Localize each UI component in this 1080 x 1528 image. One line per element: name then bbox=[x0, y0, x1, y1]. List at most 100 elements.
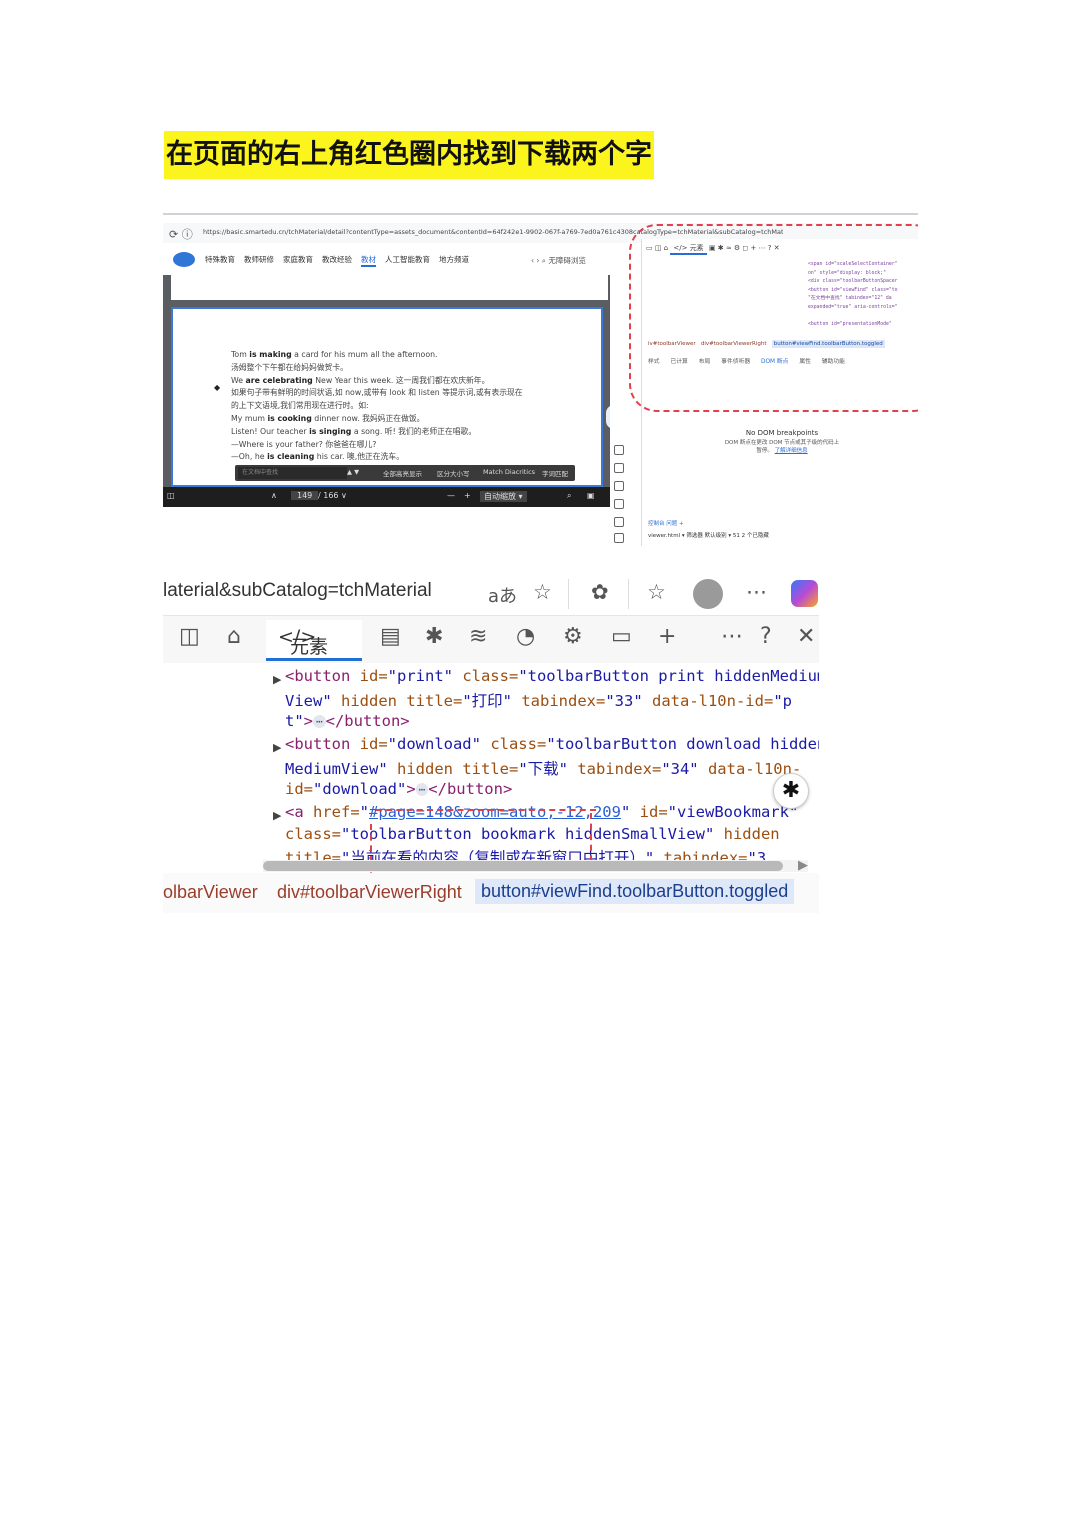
find-input[interactable]: 在文档中查找 bbox=[238, 467, 347, 479]
sources-bug-icon[interactable]: ✱ bbox=[425, 624, 443, 649]
instruction-title: 在页面的右上角红色圈内找到下载两个字 bbox=[164, 131, 654, 179]
doc-text-bold: is cleaning bbox=[267, 452, 315, 462]
crumb-item[interactable]: div#toolbarViewerRight bbox=[277, 882, 462, 903]
menu-item[interactable]: 教改经验 bbox=[322, 254, 352, 267]
dom-line: t"> ⋯ </button> bbox=[285, 712, 410, 730]
site-search[interactable]: ‹ › ⌕ 无障碍浏览 bbox=[531, 255, 586, 266]
attr: tabindex= bbox=[567, 760, 662, 778]
no-dom-breakpoints-title: No DOM breakpoints bbox=[745, 429, 819, 437]
attr: href= bbox=[313, 803, 360, 821]
expand-arrow-icon[interactable]: ▶ bbox=[273, 741, 281, 754]
performance-icon[interactable]: ◔ bbox=[516, 624, 535, 649]
zoom-value: 自动缩放 bbox=[484, 492, 516, 501]
url-fragment[interactable]: laterial&subCatalog=tchMaterial bbox=[163, 580, 432, 602]
learn-more-link[interactable]: 了解详细信息 bbox=[775, 448, 808, 454]
presentation-icon[interactable]: ▣ bbox=[587, 491, 595, 500]
desc-line: DOM 断点在更改 DOM 节点或其子级的代码上 bbox=[724, 440, 840, 446]
expand-arrow-icon[interactable]: ▶ bbox=[273, 673, 281, 686]
attr: id= bbox=[359, 735, 388, 753]
elements-label-text: 元素 bbox=[290, 636, 329, 658]
doc-text: dinner now. 我妈妈正在做饭。 bbox=[311, 413, 425, 423]
highlight-all-button[interactable]: 全部高亮显示 bbox=[383, 468, 422, 478]
value: "viewBookmark" bbox=[667, 803, 799, 821]
zoom-select[interactable]: 自动缩放 ▾ bbox=[480, 491, 527, 502]
dom-line: MediumView" hidden title="下载" tabindex="… bbox=[285, 757, 801, 779]
extensions-icon[interactable]: ✿ bbox=[591, 580, 609, 604]
favorite-star-icon[interactable]: ☆ bbox=[533, 580, 552, 604]
page-count: / 166 bbox=[318, 491, 339, 500]
collapsed-ellipsis[interactable]: ⋯ bbox=[415, 783, 429, 796]
menu-item[interactable]: 特殊教育 bbox=[205, 254, 235, 267]
menu-item[interactable]: 地方频道 bbox=[439, 254, 469, 267]
href-link[interactable]: #page=148&zoom=auto,-12,209 bbox=[369, 803, 621, 821]
accessibility-icon[interactable]: ✱ bbox=[773, 773, 809, 809]
value: " bbox=[359, 803, 370, 821]
find-icon[interactable]: ⌕ bbox=[567, 491, 571, 501]
sidebar-tool-icon[interactable] bbox=[614, 463, 624, 473]
sidebar-toggle-icon[interactable]: ◫ bbox=[167, 491, 175, 500]
sidebar-tool-icon[interactable] bbox=[614, 517, 624, 527]
page-down-icon[interactable]: ∨ bbox=[341, 491, 347, 500]
zoom-out-icon[interactable]: — bbox=[447, 491, 455, 500]
more-tools-icon[interactable]: ⋯ bbox=[721, 624, 743, 649]
crumb-item-selected[interactable]: button#viewFind.toolbarButton.toggled bbox=[475, 879, 795, 904]
attr: id= bbox=[359, 667, 388, 685]
sidebar-tool-icon[interactable] bbox=[614, 481, 624, 491]
console-toolbar[interactable]: viewer.html ▾ 筛选器 默认级别 ▾ 51 2 个已隐藏 bbox=[648, 531, 769, 539]
network-wifi-icon[interactable]: ≋ bbox=[469, 624, 487, 649]
value: "print" bbox=[387, 667, 453, 685]
dom-line-download[interactable]: <button id="download" class="toolbarButt… bbox=[285, 735, 819, 753]
application-icon[interactable]: ▭ bbox=[611, 624, 632, 649]
read-aloud-icon[interactable]: aあ bbox=[488, 582, 517, 608]
site-menu: 特殊教育 教师研修 家庭教育 教改经验 教材 人工智能教育 地方频道 bbox=[205, 254, 469, 267]
tab-elements[interactable]: </> 元素 bbox=[266, 620, 362, 661]
page-up-icon[interactable]: ∧ bbox=[271, 491, 277, 500]
add-tool-icon[interactable]: + bbox=[658, 624, 676, 649]
menu-item[interactable]: 人工智能教育 bbox=[385, 254, 430, 267]
find-prev-next[interactable]: ▲ ▼ bbox=[347, 468, 359, 476]
scrollbar-thumb[interactable] bbox=[263, 861, 783, 871]
doc-line: —Where is your father? 你爸爸在哪儿? bbox=[231, 439, 523, 452]
copilot-icon[interactable] bbox=[791, 580, 818, 607]
whole-word-button[interactable]: 字词匹配 bbox=[542, 468, 568, 478]
close-icon[interactable]: ✕ bbox=[797, 624, 815, 649]
match-case-button[interactable]: 区分大小写 bbox=[437, 468, 470, 478]
sidebar-tool-icon[interactable] bbox=[614, 533, 624, 543]
tag: <a bbox=[285, 803, 313, 821]
dom-line-bookmark[interactable]: <a href="#page=148&zoom=auto,-12,209" id… bbox=[285, 803, 798, 821]
tag: > bbox=[406, 780, 416, 798]
menu-item-active[interactable]: 教材 bbox=[361, 254, 376, 267]
expand-arrow-icon[interactable]: ▶ bbox=[273, 809, 281, 822]
doc-text: 如果句子带有鲜明的时间状语,如 now,或带有 look 和 listen 等提… bbox=[231, 388, 523, 398]
scroll-right-icon[interactable]: ▶ bbox=[798, 858, 808, 873]
sidebar-tool-icon[interactable] bbox=[614, 499, 624, 509]
collapsed-ellipsis[interactable]: ⋯ bbox=[313, 715, 326, 728]
refresh-icon[interactable]: ⟳ ⓘ bbox=[169, 226, 193, 242]
tag: > bbox=[303, 712, 314, 730]
help-icon[interactable]: ? bbox=[760, 624, 772, 649]
site-logo[interactable] bbox=[173, 252, 195, 267]
toggle-sidebar-icon[interactable]: ◫ bbox=[179, 624, 200, 649]
horizontal-scrollbar[interactable]: ▶ bbox=[263, 858, 808, 873]
console-icon[interactable]: ▤ bbox=[380, 624, 401, 649]
browser-address-bar: laterial&subCatalog=tchMaterial aあ ☆ ✿ ☆… bbox=[163, 575, 819, 615]
console-drawer-tabs[interactable]: 控制台 问题 + bbox=[648, 519, 684, 527]
attr: id= bbox=[630, 803, 668, 821]
welcome-home-icon[interactable]: ⌂ bbox=[227, 624, 241, 649]
profile-avatar[interactable] bbox=[693, 579, 723, 609]
memory-chip-icon[interactable]: ⚙ bbox=[563, 624, 583, 649]
menu-item[interactable]: 教师研修 bbox=[244, 254, 274, 267]
red-dashed-circle bbox=[629, 224, 918, 412]
attr: hidden bbox=[714, 825, 780, 843]
favorites-icon[interactable]: ☆ bbox=[647, 580, 666, 604]
devtools-tabbar: ◫ ⌂ </> 元素 ▤ ✱ ≋ ◔ ⚙ ▭ + ⋯ ? ✕ bbox=[163, 615, 819, 664]
doc-text: —Oh, he bbox=[231, 452, 268, 462]
menu-item[interactable]: 家庭教育 bbox=[283, 254, 313, 267]
dom-line-print[interactable]: <button id="print" class="toolbarButton … bbox=[285, 667, 819, 685]
page-number-input[interactable]: 149 bbox=[291, 491, 319, 500]
match-diacritics-button[interactable]: Match Diacritics bbox=[483, 468, 535, 476]
crumb-item[interactable]: olbarViewer bbox=[163, 882, 258, 903]
zoom-in-icon[interactable]: + bbox=[464, 491, 471, 500]
more-icon[interactable]: ⋯ bbox=[746, 580, 767, 604]
sidebar-tool-icon[interactable] bbox=[614, 445, 624, 455]
